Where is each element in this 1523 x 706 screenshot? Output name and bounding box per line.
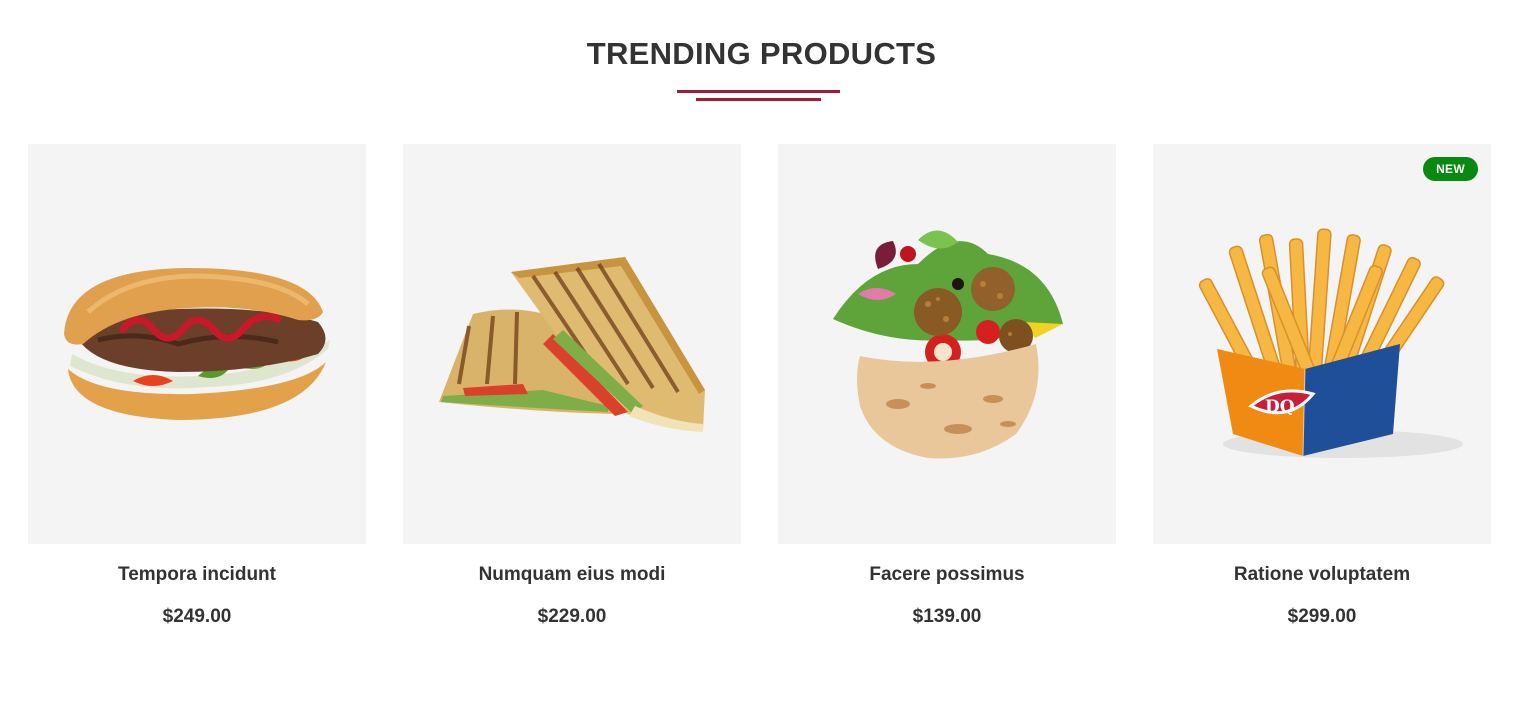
product-image[interactable] [403, 144, 741, 544]
product-price: $299.00 [1287, 606, 1357, 627]
title-divider-bottom [696, 98, 821, 101]
french-fries-icon: DQ [1198, 228, 1463, 458]
product-card[interactable]: DQ NEW Ratione voluptatem $299.00 [1153, 144, 1491, 628]
product-price: $139.00 [912, 606, 982, 627]
grilled-sandwich-icon [439, 257, 705, 432]
product-price: $229.00 [537, 606, 607, 627]
product-card[interactable]: Tempora incidunt $249.00 [28, 144, 366, 628]
product-name[interactable]: Tempora incidunt [28, 564, 366, 586]
product-price: $249.00 [162, 606, 232, 627]
svg-text:DQ: DQ [1265, 397, 1295, 417]
product-image[interactable] [28, 144, 366, 544]
product-card[interactable]: Facere possimus $139.00 [778, 144, 1116, 628]
product-image[interactable] [778, 144, 1116, 544]
falafel-pita-icon [833, 230, 1063, 459]
product-card[interactable]: Numquam eius modi $229.00 [403, 144, 741, 628]
product-image[interactable]: DQ NEW [1153, 144, 1491, 544]
product-name[interactable]: Numquam eius modi [403, 564, 741, 586]
title-divider-top [677, 90, 840, 93]
section-title: TRENDING PRODUCTS [586, 36, 937, 71]
kebab-sandwich-icon [64, 268, 330, 420]
product-name[interactable]: Facere possimus [778, 564, 1116, 586]
new-badge: NEW [1423, 157, 1478, 181]
product-name[interactable]: Ratione voluptatem [1153, 564, 1491, 586]
